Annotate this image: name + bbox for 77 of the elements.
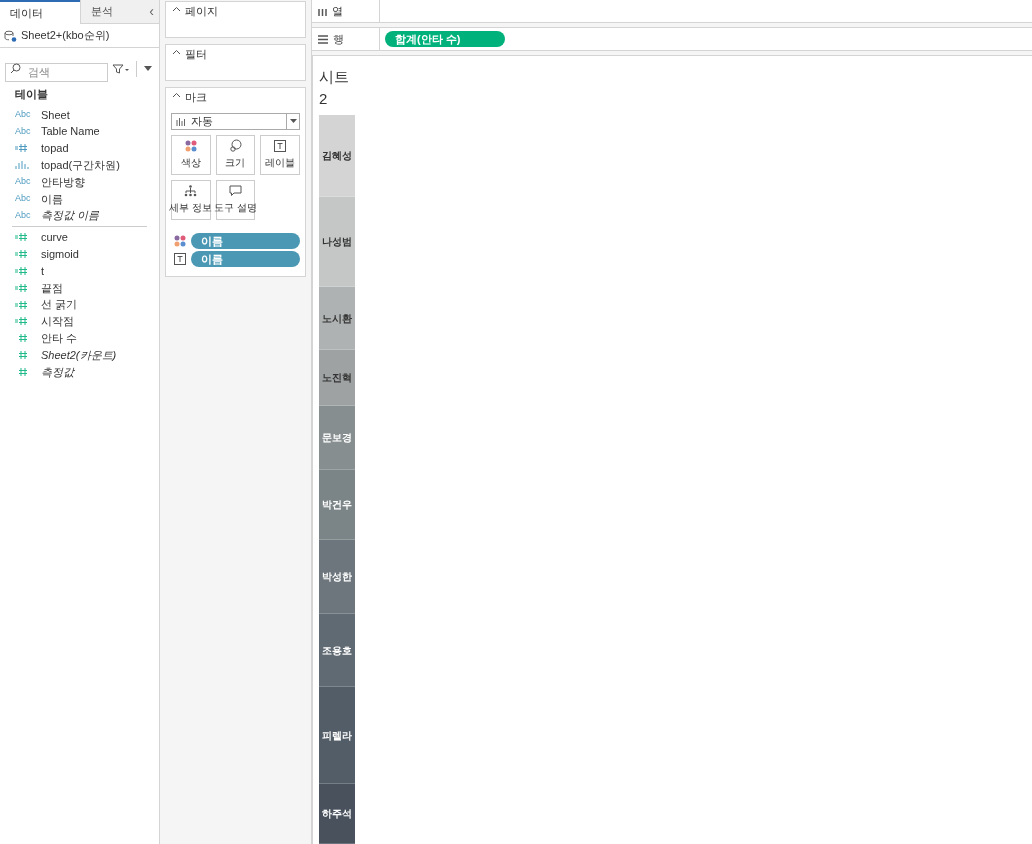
field-name[interactable]: Sheet [41, 106, 70, 124]
pane-tab[interactable]: 분석 [80, 0, 144, 24]
mark-property-button[interactable]: 세부 정보 [171, 179, 211, 220]
calculated-number-icon [15, 266, 29, 277]
type-label: Abc [15, 175, 31, 189]
field-name[interactable]: 이름 [41, 190, 63, 208]
collapse-caret-icon[interactable] [172, 49, 181, 55]
field-name[interactable]: 측정값 이름 [41, 207, 100, 224]
color-dots-icon [174, 234, 186, 247]
type-label: Abc [15, 124, 31, 138]
data-source-name[interactable]: Sheet2+(kbo순위) [21, 27, 110, 44]
field-name[interactable]: t [41, 262, 45, 280]
field-name[interactable]: sigmoid [41, 246, 79, 263]
field-name[interactable]: Sheet2(카운트) [41, 346, 117, 364]
bar-label: 피렐라 [322, 728, 352, 743]
collapse-button[interactable]: ‹ [144, 0, 159, 24]
field-name[interactable]: topad(구간차원) [41, 157, 120, 174]
mark-property-button[interactable]: 도구 설명 [215, 179, 256, 220]
collapse-caret-icon[interactable] [172, 6, 181, 12]
bar-label: 김혜성 [322, 149, 352, 163]
mark-property-button[interactable]: 크기 [215, 134, 256, 175]
calculated-number-icon [15, 299, 29, 310]
bar-chart-icon [15, 160, 29, 171]
mark-type-value: 자동 [191, 113, 214, 129]
bar-label: 조용호 [322, 643, 352, 658]
field-name[interactable]: 측정값 [41, 363, 74, 381]
calculated-number-icon [15, 282, 29, 293]
card-title: 마크 [185, 90, 207, 105]
section-heading: 테이블 [14, 87, 48, 102]
bar-label: 나성범 [322, 235, 352, 249]
collapse-caret-icon[interactable] [172, 92, 181, 98]
bar-chart-icon [176, 116, 187, 126]
bar-label: 하주석 [322, 807, 352, 821]
bar-label: 노시환 [322, 311, 352, 326]
calculated-number-icon [15, 143, 29, 154]
rows-icon [318, 34, 328, 44]
mark-type-dropdown[interactable]: 자동 [171, 112, 300, 130]
filter-icon [112, 63, 130, 74]
calculated-number-icon [15, 232, 29, 243]
type-label: Abc [15, 108, 31, 122]
field-name[interactable]: 시작점 [41, 313, 74, 330]
rows-shelf-label: 행 [312, 28, 380, 50]
color-dots-icon [184, 139, 197, 152]
field-name[interactable]: Table Name [41, 123, 100, 140]
field-name[interactable]: 끝점 [41, 279, 63, 297]
field-name[interactable]: 안타 수 [41, 330, 78, 347]
card-title: 페이지 [185, 4, 218, 19]
bar-label: 박성한 [322, 570, 352, 584]
field-name[interactable]: 안타방향 [41, 173, 85, 191]
type-label: Abc [15, 192, 31, 206]
bar-label: 노진혁 [322, 371, 352, 385]
filter-button[interactable] [112, 63, 130, 74]
field-name[interactable]: curve [41, 229, 68, 246]
calculated-number-icon [15, 249, 29, 260]
columns-shelf-label: 열 [312, 0, 380, 23]
type-label: Abc [15, 208, 31, 222]
card-title: 필터 [185, 47, 207, 62]
text-label-icon [174, 252, 186, 265]
caret-icon [289, 119, 297, 123]
search-icon [10, 63, 21, 74]
speech-bubble-icon [229, 184, 242, 197]
field-name[interactable]: 선 굵기 [41, 296, 78, 313]
dropdown-button[interactable] [144, 66, 152, 71]
bar-label: 박건우 [322, 498, 352, 512]
text-label-icon [274, 139, 287, 152]
size-icon [229, 139, 242, 152]
columns-icon [318, 6, 327, 16]
hierarchy-icon [184, 184, 198, 197]
sheet-title: 시트 2 [319, 67, 349, 109]
search-field[interactable]: 검색 [5, 62, 108, 82]
field-name[interactable]: topad [41, 140, 69, 157]
calculated-number-icon [15, 316, 29, 327]
caret-icon [144, 66, 152, 71]
mark-property-button[interactable]: 색상 [171, 134, 211, 175]
data-source-icon [4, 29, 17, 42]
bar-label: 문보경 [322, 431, 352, 445]
mark-property-button[interactable]: 레이블 [260, 134, 300, 175]
